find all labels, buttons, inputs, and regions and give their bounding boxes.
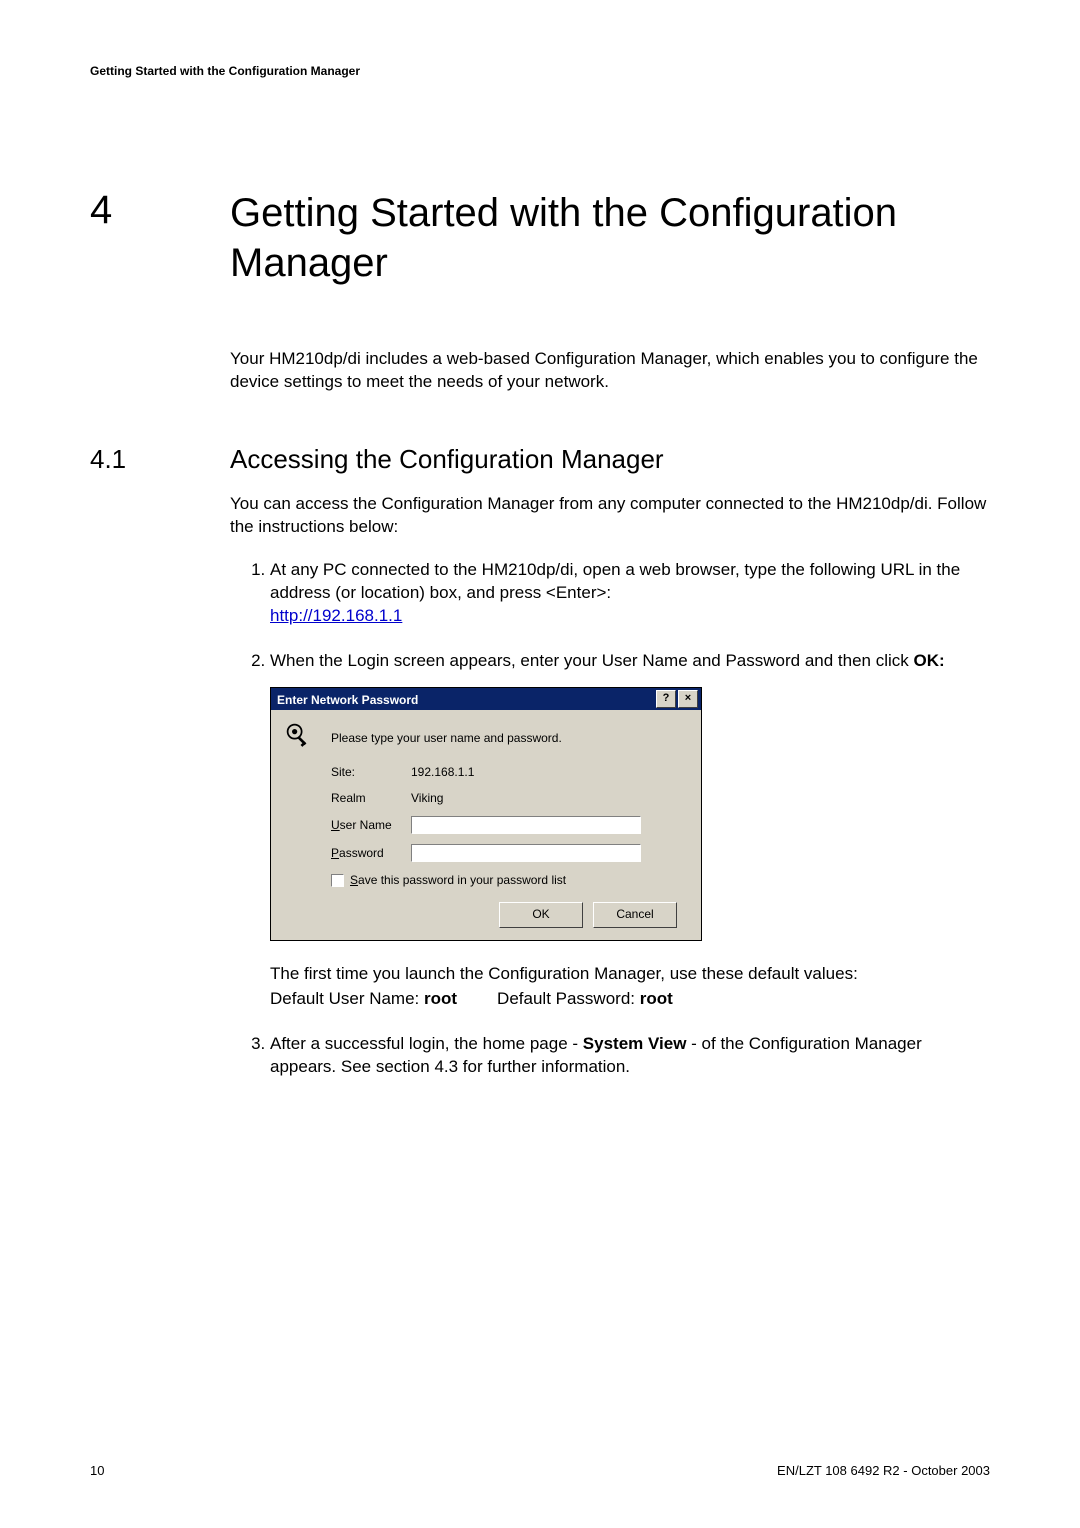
steps-list: At any PC connected to the HM210dp/di, o… xyxy=(248,559,990,1079)
step-1-text: At any PC connected to the HM210dp/di, o… xyxy=(270,560,960,602)
username-label: User Name xyxy=(331,817,411,833)
section-title: Accessing the Configuration Manager xyxy=(230,444,990,475)
login-dialog: Enter Network Password ? × xyxy=(270,687,702,942)
step-2: When the Login screen appears, enter you… xyxy=(270,650,990,1012)
save-password-checkbox[interactable] xyxy=(331,874,344,887)
key-icon xyxy=(285,722,313,750)
default-password: Default Password: root xyxy=(497,988,673,1011)
site-value: 192.168.1.1 xyxy=(411,764,687,780)
ok-button[interactable]: OK xyxy=(499,902,583,928)
step-3: After a successful login, the home page … xyxy=(270,1033,990,1079)
password-label: Password xyxy=(331,845,411,861)
page-footer: 10 EN/LZT 108 6492 R2 - October 2003 xyxy=(90,1463,990,1478)
step-2-text: When the Login screen appears, enter you… xyxy=(270,651,914,670)
site-label: Site: xyxy=(331,764,411,780)
realm-value: Viking xyxy=(411,790,687,806)
realm-label: Realm xyxy=(331,790,411,806)
dialog-title-buttons: ? × xyxy=(653,688,701,710)
section-number: 4.1 xyxy=(90,444,230,475)
step-1: At any PC connected to the HM210dp/di, o… xyxy=(270,559,990,628)
username-input[interactable] xyxy=(411,816,641,834)
close-button[interactable]: × xyxy=(678,690,698,708)
intro-paragraph: Your HM210dp/di includes a web-based Con… xyxy=(230,348,990,394)
step-3-before: After a successful login, the home page … xyxy=(270,1034,583,1053)
help-button[interactable]: ? xyxy=(656,690,676,708)
defaults-intro: The first time you launch the Configurat… xyxy=(270,963,990,986)
cancel-button[interactable]: Cancel xyxy=(593,902,677,928)
dialog-body: Please type your user name and password.… xyxy=(271,710,701,941)
dialog-titlebar: Enter Network Password ? × xyxy=(271,688,701,710)
dialog-instruction: Please type your user name and password. xyxy=(331,730,687,746)
password-input[interactable] xyxy=(411,844,641,862)
save-password-label: Save this password in your password list xyxy=(350,872,566,888)
section-intro: You can access the Configuration Manager… xyxy=(230,493,990,539)
chapter-heading: 4 Getting Started with the Configuration… xyxy=(90,188,990,288)
dialog-buttons: OK Cancel xyxy=(285,902,687,928)
default-values-block: The first time you launch the Configurat… xyxy=(270,963,990,1011)
doc-reference: EN/LZT 108 6492 R2 - October 2003 xyxy=(777,1463,990,1478)
step-2-bold: OK: xyxy=(914,651,945,670)
running-header: Getting Started with the Configuration M… xyxy=(90,64,990,78)
section-heading: 4.1 Accessing the Configuration Manager xyxy=(90,444,990,475)
default-username: Default User Name: root xyxy=(270,988,457,1011)
page-number: 10 xyxy=(90,1463,104,1478)
dialog-title: Enter Network Password xyxy=(271,688,424,710)
step-3-bold: System View xyxy=(583,1034,687,1053)
chapter-title: Getting Started with the Configuration M… xyxy=(230,188,990,288)
chapter-number: 4 xyxy=(90,188,230,233)
config-url-link[interactable]: http://192.168.1.1 xyxy=(270,606,402,625)
save-password-row: Save this password in your password list xyxy=(331,872,687,888)
